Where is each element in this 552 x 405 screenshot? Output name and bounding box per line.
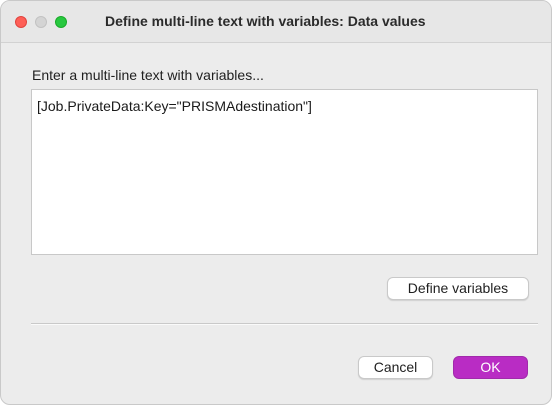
- separator: [31, 323, 538, 325]
- window-title: Define multi-line text with variables: D…: [105, 13, 426, 29]
- dialog-window: Define multi-line text with variables: D…: [0, 0, 552, 405]
- cancel-button[interactable]: Cancel: [358, 356, 433, 379]
- prompt-label: Enter a multi-line text with variables..…: [32, 67, 264, 83]
- title-bar: Define multi-line text with variables: D…: [1, 1, 551, 43]
- minimize-window-button: [35, 16, 47, 28]
- multiline-text-field[interactable]: [Job.PrivateData:Key="PRISMAdestination"…: [31, 89, 538, 255]
- define-variables-button[interactable]: Define variables: [387, 277, 529, 300]
- zoom-window-button[interactable]: [55, 16, 67, 28]
- ok-button[interactable]: OK: [453, 356, 528, 379]
- close-window-button[interactable]: [15, 16, 27, 28]
